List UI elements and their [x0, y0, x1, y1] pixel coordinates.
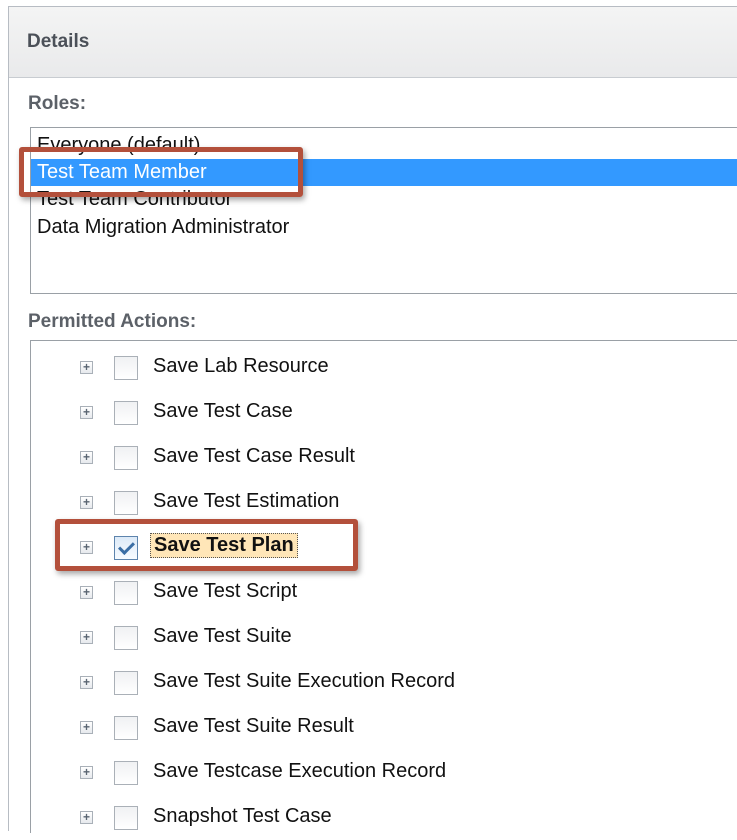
permitted-actions-tree: + Save Lab Resource + Save Test Case + S… [30, 340, 737, 833]
checkbox[interactable] [114, 626, 138, 650]
action-row-save-test-script: + Save Test Script [31, 575, 737, 615]
permitted-actions-label: Permitted Actions: [28, 311, 197, 332]
panel-title: Details [27, 31, 90, 52]
expand-icon[interactable]: + [80, 541, 93, 554]
action-label[interactable]: Save Test Suite [153, 625, 292, 648]
expand-icon[interactable]: + [80, 721, 93, 734]
action-label[interactable]: Save Test Script [153, 580, 297, 603]
panel-header: Details [9, 7, 737, 78]
action-label[interactable]: Save Test Case Result [153, 445, 355, 468]
action-label[interactable]: Save Lab Resource [153, 355, 329, 378]
action-label[interactable]: Save Test Case [153, 400, 293, 423]
action-label[interactable]: Save Test Suite Execution Record [153, 670, 455, 693]
action-row-save-test-plan: + Save Test Plan [31, 530, 737, 570]
action-row-save-test-suite-result: + Save Test Suite Result [31, 710, 737, 750]
expand-icon[interactable]: + [80, 496, 93, 509]
details-panel: Details Roles: Everyone (default) Test T… [8, 6, 737, 833]
action-row-snapshot-test-case: + Snapshot Test Case [31, 800, 737, 840]
action-row-save-testcase-execution-record: + Save Testcase Execution Record [31, 755, 737, 795]
checkbox[interactable] [114, 581, 138, 605]
action-label[interactable]: Snapshot Test Case [153, 805, 332, 828]
checkbox-checked[interactable] [114, 536, 138, 560]
roles-label: Roles: [28, 93, 87, 114]
action-label[interactable]: Save Test Suite Result [153, 715, 354, 738]
action-row-save-test-suite: + Save Test Suite [31, 620, 737, 660]
expand-icon[interactable]: + [80, 451, 93, 464]
action-row-save-test-case-result: + Save Test Case Result [31, 440, 737, 480]
checkbox[interactable] [114, 401, 138, 425]
checkbox[interactable] [114, 761, 138, 785]
checkbox[interactable] [114, 446, 138, 470]
checkbox[interactable] [114, 806, 138, 830]
action-label[interactable]: Save Test Estimation [153, 490, 339, 513]
expand-icon[interactable]: + [80, 586, 93, 599]
expand-icon[interactable]: + [80, 361, 93, 374]
role-item-test-team-member[interactable]: Test Team Member [31, 159, 737, 186]
role-item-test-team-contributor[interactable]: Test Team Contributor [31, 186, 737, 213]
action-row-save-test-case: + Save Test Case [31, 395, 737, 435]
action-row-save-test-estimation: + Save Test Estimation [31, 485, 737, 525]
checkbox[interactable] [114, 356, 138, 380]
action-label-selected[interactable]: Save Test Plan [150, 533, 298, 558]
expand-icon[interactable]: + [80, 766, 93, 779]
checkbox[interactable] [114, 716, 138, 740]
expand-icon[interactable]: + [80, 406, 93, 419]
roles-listbox[interactable]: Everyone (default) Test Team Member Test… [30, 127, 737, 294]
role-item-everyone[interactable]: Everyone (default) [31, 132, 737, 159]
checkbox[interactable] [114, 491, 138, 515]
action-label[interactable]: Save Testcase Execution Record [153, 760, 446, 783]
expand-icon[interactable]: + [80, 631, 93, 644]
expand-icon[interactable]: + [80, 676, 93, 689]
action-row-save-lab-resource: + Save Lab Resource [31, 350, 737, 390]
role-item-data-migration-administrator[interactable]: Data Migration Administrator [31, 214, 737, 241]
checkbox[interactable] [114, 671, 138, 695]
expand-icon[interactable]: + [80, 811, 93, 824]
action-row-save-test-suite-execution-record: + Save Test Suite Execution Record [31, 665, 737, 705]
